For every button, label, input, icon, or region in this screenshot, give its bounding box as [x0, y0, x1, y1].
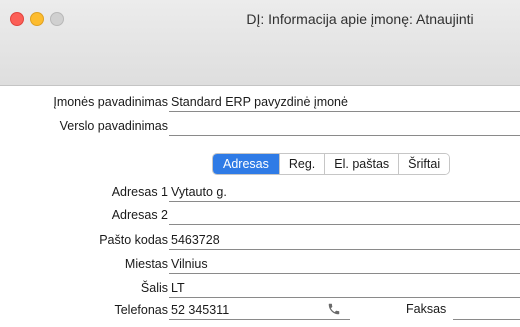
business-name-row: Verslo pavadinimas: [0, 116, 520, 136]
company-name-row: Įmonės pavadinimas Standard ERP pavyzdin…: [0, 92, 520, 112]
postal-code-label: Pašto kodas: [99, 233, 168, 247]
address1-label: Adresas 1: [111, 185, 168, 199]
country-label: Šalis: [140, 281, 168, 295]
phone-icon[interactable]: [327, 302, 341, 316]
postal-code-row: Pašto kodas 5463728: [0, 230, 520, 250]
address1-row: Adresas 1 Vytauto g.: [0, 182, 520, 202]
window-titlebar: DĮ: Informacija apie įmonę: Atnaujinti: [0, 0, 520, 86]
tab-adresas[interactable]: Adresas: [213, 154, 279, 174]
tab-el-pastas[interactable]: El. paštas: [324, 154, 399, 174]
business-name-label: Verslo pavadinimas: [59, 119, 168, 133]
postal-code-field[interactable]: 5463728: [171, 230, 220, 250]
city-field[interactable]: Vilnius: [171, 254, 208, 274]
address2-label: Adresas 2: [111, 208, 168, 222]
address2-row: Adresas 2: [0, 205, 520, 225]
tab-sriftai[interactable]: Šriftai: [398, 154, 450, 174]
country-field[interactable]: LT: [171, 278, 185, 298]
phone-label: Telefonas: [114, 303, 168, 317]
fax-label: Faksas: [406, 302, 447, 316]
city-label: Miestas: [124, 257, 168, 271]
address1-field[interactable]: Vytauto g.: [171, 182, 227, 202]
tab-bar: Adresas Reg. El. paštas Šriftai: [212, 153, 451, 175]
country-row: Šalis LT: [0, 278, 520, 298]
company-name-field[interactable]: Standard ERP pavyzdinė įmonė: [171, 92, 348, 112]
company-name-label: Įmonės pavadinimas: [53, 95, 168, 109]
city-row: Miestas Vilnius: [0, 254, 520, 274]
window-title: DĮ: Informacija apie įmonę: Atnaujinti: [246, 11, 474, 27]
tab-reg[interactable]: Reg.: [278, 154, 325, 174]
phone-field[interactable]: 52 345311: [171, 300, 229, 320]
